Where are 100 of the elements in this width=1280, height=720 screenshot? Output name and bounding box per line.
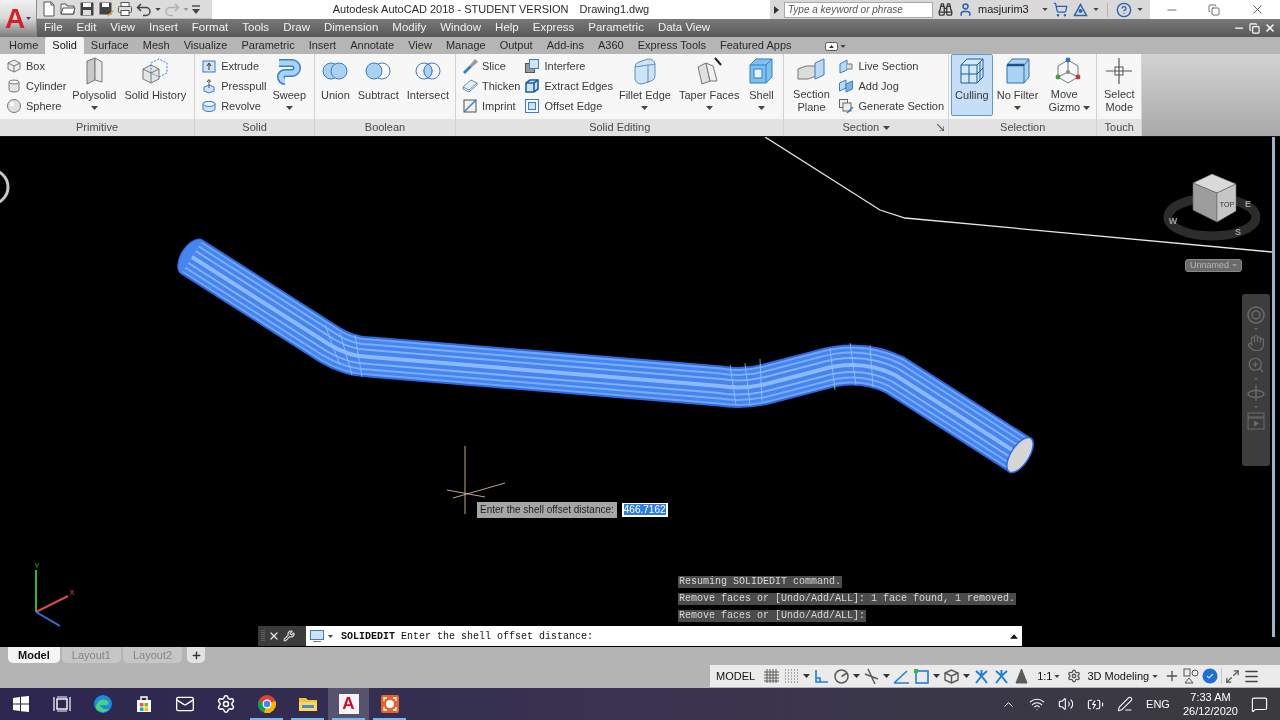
- menu-item[interactable]: Express: [525, 19, 582, 37]
- new-file-icon[interactable]: [41, 1, 57, 17]
- ribbon-button[interactable]: Taper Faces: [674, 54, 744, 116]
- menu-item[interactable]: Modify: [385, 19, 434, 37]
- annotation-scale-button[interactable]: 1:1: [1037, 667, 1061, 685]
- ribbon-tab[interactable]: A360: [590, 37, 631, 54]
- ribbon-button[interactable]: Solid History: [120, 54, 191, 116]
- caret-icon[interactable]: [1092, 8, 1099, 11]
- ribbon-button[interactable]: No Filter: [992, 54, 1043, 116]
- save-disk-pencil-icon[interactable]: [98, 1, 114, 17]
- printer-icon[interactable]: [117, 1, 133, 17]
- ribbon-button[interactable]: Extract Edges: [522, 76, 615, 96]
- wifi-icon[interactable]: [1029, 696, 1046, 712]
- caret-icon[interactable]: [155, 7, 161, 11]
- ribbon-button[interactable]: Culling: [951, 54, 993, 116]
- ribbon-tab[interactable]: Output: [492, 37, 540, 54]
- menu-item[interactable]: Data View: [650, 19, 718, 37]
- menu-item[interactable]: Format: [184, 19, 236, 37]
- caret-icon[interactable]: [883, 125, 891, 130]
- task-view-icon[interactable]: [52, 696, 71, 712]
- panel-title[interactable]: Touch: [1104, 119, 1134, 136]
- ribbon-button[interactable]: Sweep: [268, 54, 311, 116]
- panel-title[interactable]: Section: [842, 119, 880, 136]
- restore-icon[interactable]: [1208, 3, 1221, 16]
- ribbon-button[interactable]: Box: [4, 56, 69, 76]
- ribbon-tab[interactable]: View: [401, 37, 439, 54]
- ribbon-tab[interactable]: Insert: [301, 37, 344, 54]
- menu-item[interactable]: Dimension: [316, 19, 386, 37]
- binoculars-icon[interactable]: [938, 2, 953, 17]
- ribbon-button[interactable]: Intersect: [402, 54, 453, 116]
- clock-time[interactable]: 7:33 AM: [1190, 690, 1231, 704]
- dot-grid-icon[interactable]: [783, 668, 801, 684]
- menu-item[interactable]: Window: [433, 19, 489, 37]
- ribbon-tab[interactable]: Surface: [83, 37, 136, 54]
- menu-item[interactable]: Edit: [69, 19, 104, 37]
- menu-item[interactable]: View: [103, 19, 143, 37]
- performance-icon[interactable]: [1202, 668, 1219, 684]
- workspace-button[interactable]: 3D Modeling: [1087, 667, 1159, 685]
- ribbon-toggle-icon[interactable]: [824, 42, 838, 51]
- model-space-button[interactable]: MODEL: [715, 667, 757, 685]
- panel-title[interactable]: Solid Editing: [589, 119, 651, 136]
- ribbon-tab[interactable]: Add-ins: [539, 37, 591, 54]
- ribbon-button[interactable]: Slice: [459, 56, 523, 76]
- ribbon-button[interactable]: Cylinder: [4, 76, 69, 96]
- ribbon-tab[interactable]: Visualize: [176, 37, 235, 54]
- caret-icon[interactable]: [328, 634, 333, 638]
- language-indicator[interactable]: ENG: [1146, 695, 1170, 713]
- menu-item[interactable]: Insert: [142, 19, 185, 37]
- close-icon[interactable]: [268, 630, 280, 642]
- caret-icon[interactable]: [803, 674, 811, 678]
- menu-item[interactable]: Tools: [235, 19, 277, 37]
- menu-item[interactable]: Parametric: [581, 19, 651, 37]
- menu-item[interactable]: File: [37, 19, 70, 37]
- ribbon-tab[interactable]: Parametric: [234, 37, 302, 54]
- caret-icon[interactable]: [963, 674, 971, 678]
- notification-icon[interactable]: [1251, 695, 1268, 713]
- ribbon-button[interactable]: Interfere: [522, 56, 615, 76]
- user-name[interactable]: masjurim3: [978, 1, 1029, 18]
- ribbon-button[interactable]: Presspull: [199, 76, 269, 96]
- ribbon-tab[interactable]: Solid: [45, 37, 84, 54]
- menu-item[interactable]: Draw: [276, 19, 317, 37]
- caret-icon[interactable]: [1010, 633, 1018, 639]
- caret-icon[interactable]: [933, 674, 941, 678]
- fullscreen-icon[interactable]: [1225, 668, 1241, 684]
- ribbon-tab[interactable]: Mesh: [135, 37, 177, 54]
- ribbon-button[interactable]: Section Plane: [786, 54, 837, 116]
- undo-arrow-icon[interactable]: [136, 1, 152, 17]
- ribbon-button[interactable]: Sphere: [4, 96, 69, 116]
- layout-tab[interactable]: Model: [8, 647, 60, 663]
- new-layout-button[interactable]: [187, 647, 206, 663]
- figure-icon[interactable]: [993, 668, 1011, 684]
- triangle-icon[interactable]: [1013, 668, 1031, 684]
- caret-icon[interactable]: [1136, 8, 1143, 11]
- panel-title[interactable]: Solid: [242, 119, 267, 136]
- windows-start-icon[interactable]: [12, 696, 29, 712]
- caret-icon[interactable]: [853, 674, 861, 678]
- ribbon-button[interactable]: Thicken: [459, 76, 523, 96]
- ribbon-button[interactable]: Union: [317, 54, 354, 116]
- isolate-objects-icon[interactable]: [1183, 668, 1200, 684]
- panel-title[interactable]: Selection: [1000, 119, 1046, 136]
- grid-icon[interactable]: [763, 668, 781, 684]
- ribbon-button[interactable]: Fillet Edge: [614, 54, 675, 116]
- panel-title[interactable]: Boolean: [364, 119, 406, 136]
- ribbon-button[interactable]: Polysolid: [68, 54, 121, 116]
- ribbon-button[interactable]: Add Jog: [836, 76, 947, 96]
- clock-date[interactable]: 26/12/2020: [1182, 704, 1238, 718]
- close-icon[interactable]: [1264, 22, 1276, 34]
- connected-triangle-icon[interactable]: [1072, 2, 1088, 17]
- menu-item[interactable]: Help: [488, 19, 526, 37]
- ribbon-button[interactable]: Offset Edge: [522, 96, 615, 116]
- ribbon-tab[interactable]: Featured Apps: [712, 37, 799, 54]
- user-icon[interactable]: [958, 2, 973, 17]
- ribbon-button[interactable]: Live Section: [836, 56, 947, 76]
- command-prompt-icon[interactable]: [310, 630, 324, 642]
- cube-snap-icon[interactable]: [943, 668, 961, 684]
- command-line-field[interactable]: SOLIDEDIT Enter the shell offset distance:: [306, 626, 1022, 646]
- slash-icon[interactable]: [863, 668, 881, 684]
- panel-title[interactable]: Primitive: [76, 119, 119, 136]
- ribbon-button[interactable]: Extrude: [199, 56, 269, 76]
- ribbon-tab[interactable]: Manage: [438, 37, 493, 54]
